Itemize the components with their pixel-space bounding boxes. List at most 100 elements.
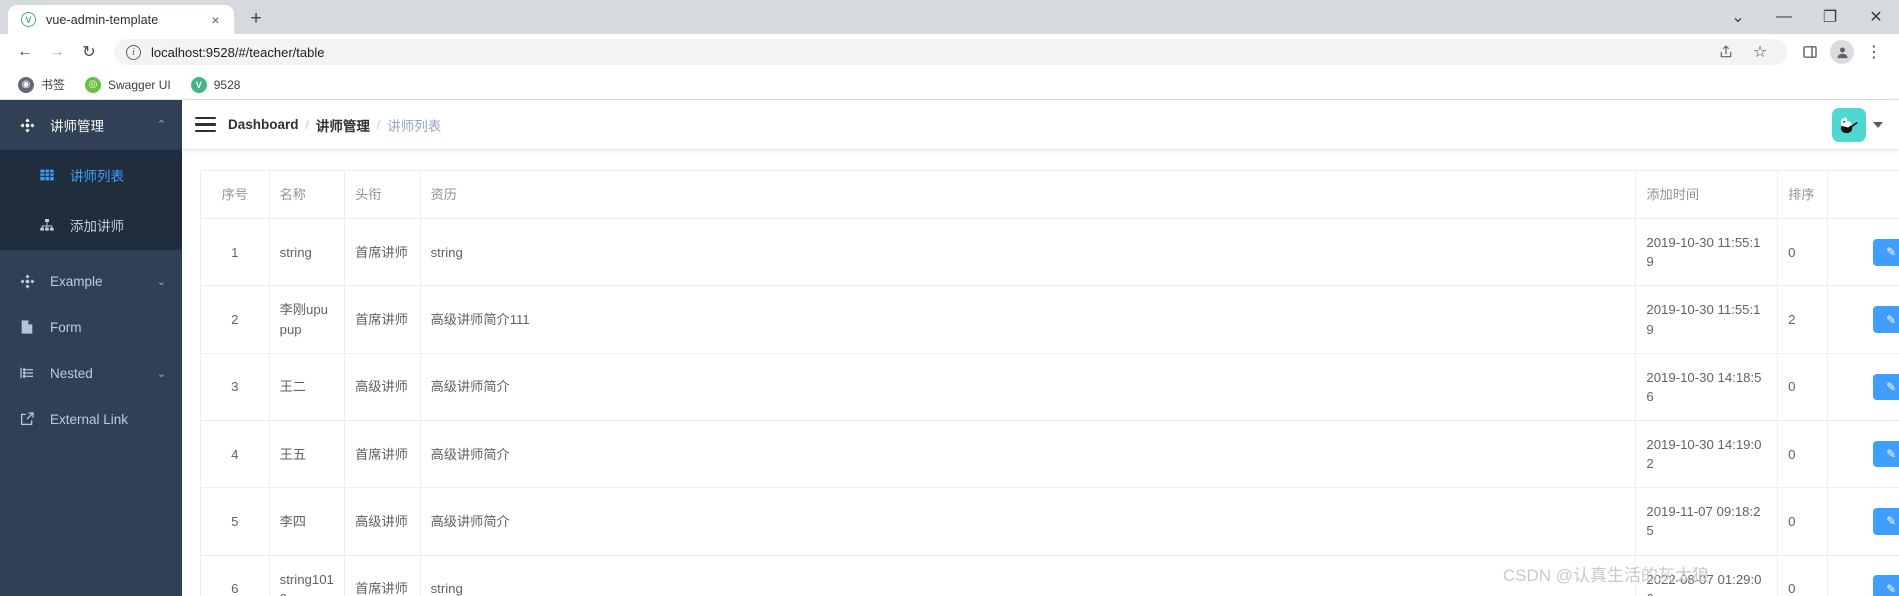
share-icon[interactable] — [1711, 37, 1741, 67]
forward-icon[interactable]: → — [42, 37, 72, 67]
sidebar-item-label: 添加讲师 — [70, 219, 124, 234]
sidebar-item-add-teacher[interactable]: 添加讲师 — [0, 200, 182, 250]
table-row[interactable]: 4 王五 首席讲师 高级讲师简介 2019-10-30 14:19:02 0 ✎ — [200, 420, 1899, 489]
form-icon — [18, 318, 36, 336]
sidebar-item-label: External Link — [50, 411, 129, 427]
sidebar-item-form[interactable]: Form — [0, 304, 182, 350]
tab-title: vue-admin-template — [46, 12, 159, 27]
cell-index: 2 — [200, 285, 270, 354]
avatar-dropdown[interactable] — [1832, 107, 1883, 142]
sidebar-item-nested[interactable]: Nested ⌄ — [0, 350, 182, 396]
column-header-name[interactable]: 名称 — [269, 170, 346, 220]
cell-title: 首席讲师 — [344, 420, 421, 489]
bookmark-star-icon[interactable]: ☆ — [1745, 37, 1775, 67]
sidebar-group-label: 讲师管理 — [50, 119, 104, 134]
reload-icon[interactable]: ↻ — [74, 37, 104, 67]
nested-icon — [18, 364, 36, 382]
sidebar-item-label: Nested — [50, 365, 93, 381]
url-text: localhost:9528/#/teacher/table — [151, 44, 325, 60]
cell-index: 5 — [200, 487, 270, 556]
table-row[interactable]: 1 string 首席讲师 string 2019-10-30 11:55:19… — [200, 218, 1899, 287]
cell-title: 高级讲师 — [344, 487, 421, 556]
maximize-button[interactable]: ❐ — [1807, 0, 1853, 34]
edit-button[interactable]: ✎ 修改 — [1873, 508, 1899, 535]
breadcrumb-item-dashboard[interactable]: Dashboard — [228, 117, 299, 132]
sidebar-item-teacher-list[interactable]: 讲师列表 — [0, 150, 182, 200]
table-row[interactable]: 3 王二 高级讲师 高级讲师简介 2019-10-30 14:18:56 0 ✎ — [200, 353, 1899, 421]
side-panel-icon[interactable] — [1795, 37, 1825, 67]
cell-sort: 0 — [1777, 353, 1829, 421]
sidebar-item-external-link[interactable]: External Link — [0, 396, 182, 442]
browser-tab[interactable]: V vue-admin-template × — [8, 5, 234, 34]
cell-intro: 高级讲师简介111 — [420, 285, 1637, 354]
navbar-right — [1832, 107, 1883, 142]
cell-intro: string — [420, 218, 1637, 287]
sidebar-item-example[interactable]: Example ⌄ — [0, 258, 182, 304]
cell-title: 首席讲师 — [344, 555, 421, 596]
cell-time: 2022-08-07 01:29:06 — [1635, 555, 1779, 596]
column-header-actions[interactable]: 操作 — [1827, 170, 1899, 220]
cell-intro: 高级讲师简介 — [420, 353, 1637, 421]
table-row[interactable]: 5 李四 高级讲师 高级讲师简介 2019-11-07 09:18:25 0 ✎ — [200, 487, 1899, 556]
pencil-icon: ✎ — [1886, 312, 1897, 327]
site-info-icon[interactable]: i — [126, 44, 141, 60]
cell-name: 王五 — [269, 420, 346, 489]
cell-sort: 2 — [1777, 285, 1829, 354]
table-body: 1 string 首席讲师 string 2019-10-30 11:55:19… — [200, 218, 1899, 596]
avatar — [1832, 107, 1866, 142]
breadcrumb-separator: / — [376, 117, 381, 132]
edit-button[interactable]: ✎ 修改 — [1873, 440, 1899, 468]
column-header-sort[interactable]: 排序 — [1777, 170, 1829, 220]
back-icon[interactable]: ← — [10, 37, 40, 67]
browser-menu-icon[interactable]: ⋮ — [1859, 37, 1889, 67]
navbar: Dashboard / 讲师管理 / 讲师列表 — [182, 100, 1899, 150]
edit-button[interactable]: ✎ 修改 — [1873, 373, 1899, 401]
sidebar-item-label: 讲师列表 — [70, 169, 124, 184]
tree-icon — [38, 216, 56, 234]
breadcrumb-separator: / — [305, 117, 309, 132]
edit-button[interactable]: ✎ 修改 — [1873, 575, 1899, 596]
profile-avatar-icon[interactable] — [1827, 37, 1857, 67]
page-content: 序号 名称 头衔 资历 添加时间 排序 操作 1 string — [182, 150, 1899, 596]
column-header-index[interactable]: 序号 — [200, 170, 270, 220]
column-header-title[interactable]: 头衔 — [344, 170, 421, 220]
cell-name: 李刚upupup — [269, 285, 346, 354]
column-header-intro[interactable]: 资历 — [420, 170, 1637, 220]
window-controls: ⌄ — ❐ ✕ — [1715, 0, 1899, 34]
cell-actions: ✎ 修改 🗑 删除 — [1827, 487, 1899, 556]
new-tab-button[interactable]: + — [242, 4, 270, 32]
table-row[interactable]: 6 string1010 首席讲师 string 2022-08-07 01:2… — [200, 555, 1899, 596]
cell-title: 首席讲师 — [344, 218, 421, 287]
minimize-button[interactable]: — — [1761, 0, 1807, 34]
chevron-up-icon: ⌃ — [156, 118, 166, 131]
sidebar-item-label: Example — [50, 273, 103, 289]
edit-button[interactable]: ✎ 修改 — [1873, 306, 1899, 333]
bookmark-item[interactable]: ◉ 书签 — [10, 73, 73, 96]
table-row[interactable]: 2 李刚upupup 首席讲师 高级讲师简介111 2019-10-30 11:… — [200, 285, 1899, 354]
cell-index: 6 — [200, 555, 270, 596]
close-icon[interactable]: × — [207, 11, 224, 28]
bookmark-item[interactable]: V 9528 — [183, 74, 249, 96]
vue-logo-icon: V — [21, 12, 36, 27]
cell-index: 4 — [200, 420, 270, 489]
browser-toolbar: ← → ↻ i localhost:9528/#/teacher/table ☆ — [0, 34, 1899, 70]
cell-actions: ✎ 修改 🗑 删除 — [1827, 353, 1899, 421]
cell-actions: ✎ 修改 🗑 删除 — [1827, 285, 1899, 354]
breadcrumb-item-teacher-manage[interactable]: 讲师管理 — [316, 115, 370, 135]
sidebar-group-teacher[interactable]: 讲师管理 ⌃ — [0, 100, 182, 150]
cell-intro: 高级讲师简介 — [420, 487, 1637, 556]
cell-title: 首席讲师 — [344, 285, 421, 354]
bookmark-item[interactable]: ◎ Swagger UI — [77, 74, 179, 96]
breadcrumb: Dashboard / 讲师管理 / 讲师列表 — [228, 115, 441, 135]
pencil-icon: ✎ — [1886, 447, 1897, 462]
cell-index: 3 — [200, 353, 270, 421]
close-window-button[interactable]: ✕ — [1853, 0, 1899, 34]
column-header-time[interactable]: 添加时间 — [1635, 170, 1779, 220]
browser-window: V vue-admin-template × + ⌄ — ❐ ✕ ← → ↻ i… — [0, 0, 1899, 596]
address-bar[interactable]: i localhost:9528/#/teacher/table ☆ — [114, 39, 1787, 65]
cell-actions: ✎ 修改 🗑 删除 — [1827, 420, 1899, 489]
tab-search-button[interactable]: ⌄ — [1715, 0, 1761, 34]
hamburger-icon[interactable] — [182, 100, 228, 150]
vue-logo-icon: V — [190, 76, 207, 93]
edit-button[interactable]: ✎ 修改 — [1873, 239, 1899, 266]
